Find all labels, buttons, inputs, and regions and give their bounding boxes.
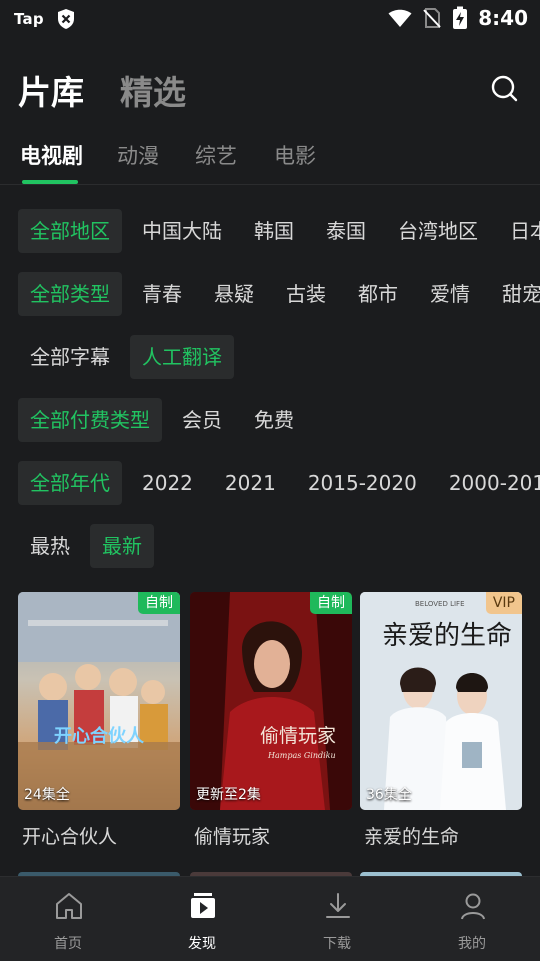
poster-artwork: 偷情玩家 Hampas Gindiku bbox=[190, 592, 352, 810]
svg-text:开心合伙人: 开心合伙人 bbox=[54, 725, 145, 747]
poster-title[interactable]: 偷情玩家 bbox=[194, 822, 270, 849]
tab-anime[interactable]: 动漫 bbox=[117, 140, 159, 170]
filter-chip[interactable]: 全部地区 bbox=[18, 209, 122, 253]
no-sim-icon bbox=[423, 8, 441, 28]
filter-chip[interactable]: 韩国 bbox=[242, 209, 306, 253]
filter-chip[interactable]: 全部字幕 bbox=[18, 335, 122, 379]
nav-label: 下载 bbox=[323, 936, 351, 952]
wifi-icon bbox=[388, 9, 412, 27]
poster-badge: 自制 bbox=[138, 592, 180, 614]
nav-discover[interactable]: 发现 bbox=[152, 889, 252, 959]
download-icon bbox=[326, 893, 350, 918]
filter-chip[interactable]: 青春 bbox=[130, 272, 194, 316]
filter-chip[interactable]: 全部付费类型 bbox=[18, 398, 162, 442]
filter-chip[interactable]: 2021 bbox=[213, 461, 288, 505]
battery-charging-icon bbox=[453, 6, 468, 29]
filter-chip[interactable]: 全部类型 bbox=[18, 272, 122, 316]
filter-chip[interactable]: 泰国 bbox=[314, 209, 378, 253]
filter-chip[interactable]: 免费 bbox=[242, 398, 306, 442]
nav-download[interactable]: 下载 bbox=[287, 889, 387, 959]
shield-icon bbox=[57, 9, 74, 29]
header: 片库 精选 bbox=[0, 58, 540, 118]
filter-chip[interactable]: 全部年代 bbox=[18, 461, 122, 505]
episode-count: 更新至2集 bbox=[196, 787, 261, 803]
filter-row-subtitles: 全部字幕 人工翻译 bbox=[18, 334, 242, 380]
vip-badge: VIP bbox=[485, 592, 522, 614]
filter-chip[interactable]: 中国大陆 bbox=[130, 209, 234, 253]
poster-artwork: 亲爱的生命 BELOVED LIFE bbox=[360, 592, 522, 810]
poster-card[interactable]: 亲爱的生命 BELOVED LIFE VIP 36集全 bbox=[360, 592, 522, 810]
home-icon bbox=[56, 893, 82, 919]
filter-chip[interactable]: 2000-2014 bbox=[437, 461, 540, 505]
filter-row-sort: 最热 最新 bbox=[18, 523, 162, 569]
category-tabs: 电视剧 动漫 综艺 电影 bbox=[0, 132, 540, 185]
tap-app-label: Tap bbox=[14, 10, 44, 28]
filter-row-region: 全部地区 中国大陆 韩国 泰国 台湾地区 日本 bbox=[18, 208, 540, 254]
nav-label: 发现 bbox=[188, 936, 216, 952]
clock: 8:40 bbox=[478, 6, 528, 30]
nav-profile[interactable]: 我的 bbox=[422, 889, 522, 959]
filter-chip[interactable]: 日本 bbox=[498, 209, 540, 253]
filter-chip[interactable]: 台湾地区 bbox=[386, 209, 490, 253]
filter-chip[interactable]: 悬疑 bbox=[202, 272, 266, 316]
filter-row-payment: 全部付费类型 会员 免费 bbox=[18, 397, 314, 443]
nav-label: 我的 bbox=[458, 936, 486, 952]
active-tab-indicator bbox=[22, 180, 78, 184]
discover-icon bbox=[191, 893, 215, 918]
tab-featured[interactable]: 精选 bbox=[120, 66, 186, 114]
filter-row-year: 全部年代 2022 2021 2015-2020 2000-2014 bbox=[18, 460, 540, 506]
filter-chip[interactable]: 爱情 bbox=[418, 272, 482, 316]
filter-chip[interactable]: 最新 bbox=[90, 524, 154, 568]
episode-count: 24集全 bbox=[24, 787, 70, 803]
poster-grid: 开心合伙人 自制 24集全 开心合伙人 偷情玩家 Hampas Gindiku … bbox=[18, 592, 540, 878]
bottom-nav: 首页 发现 下载 我的 bbox=[0, 876, 540, 961]
nav-home[interactable]: 首页 bbox=[18, 889, 118, 959]
filter-chip[interactable]: 2022 bbox=[130, 461, 205, 505]
poster-text: 偷情玩家 bbox=[260, 725, 336, 747]
tab-variety[interactable]: 综艺 bbox=[195, 140, 237, 170]
poster-badge: 自制 bbox=[310, 592, 352, 614]
profile-icon bbox=[461, 893, 485, 920]
filter-row-genre: 全部类型 青春 悬疑 古装 都市 爱情 甜宠 bbox=[18, 271, 540, 317]
filter-chip[interactable]: 甜宠 bbox=[490, 272, 540, 316]
search-icon[interactable] bbox=[490, 74, 518, 102]
episode-count: 36集全 bbox=[366, 787, 412, 803]
filter-chip[interactable]: 最热 bbox=[18, 524, 82, 568]
poster-title[interactable]: 开心合伙人 bbox=[22, 822, 117, 849]
filter-chip[interactable]: 会员 bbox=[170, 398, 234, 442]
filter-chip[interactable]: 都市 bbox=[346, 272, 410, 316]
nav-label: 首页 bbox=[54, 936, 82, 952]
poster-subtext: BELOVED LIFE bbox=[415, 600, 465, 608]
tab-movies[interactable]: 电影 bbox=[274, 140, 316, 170]
filter-chip[interactable]: 古装 bbox=[274, 272, 338, 316]
filter-chip[interactable]: 2015-2020 bbox=[296, 461, 429, 505]
filter-chip[interactable]: 人工翻译 bbox=[130, 335, 234, 379]
tab-tv-series[interactable]: 电视剧 bbox=[20, 140, 83, 170]
poster-title[interactable]: 亲爱的生命 bbox=[364, 822, 459, 849]
poster-text: 亲爱的生命 bbox=[382, 621, 512, 651]
poster-artwork: 开心合伙人 bbox=[18, 592, 180, 810]
poster-subtext: Hampas Gindiku bbox=[267, 751, 336, 760]
poster-card[interactable]: 开心合伙人 自制 24集全 bbox=[18, 592, 180, 810]
poster-card[interactable]: 偷情玩家 Hampas Gindiku 自制 更新至2集 bbox=[190, 592, 352, 810]
status-bar: Tap 8:40 bbox=[0, 0, 540, 36]
tab-library[interactable]: 片库 bbox=[18, 66, 84, 114]
